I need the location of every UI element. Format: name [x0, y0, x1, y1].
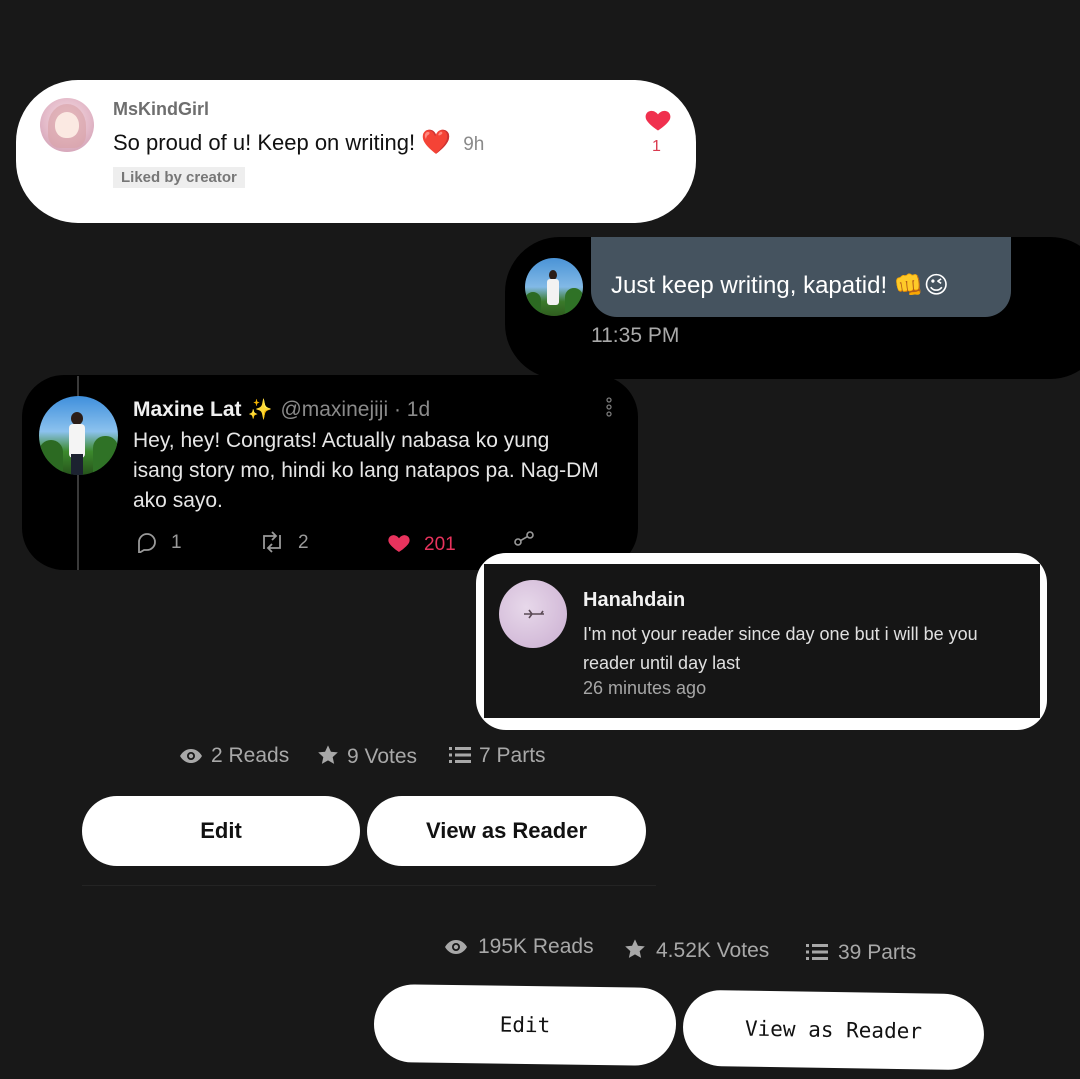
- votes-count: 9 Votes: [347, 745, 418, 768]
- list-icon: [806, 944, 828, 960]
- parts-stat: 7 Parts: [449, 744, 546, 768]
- sparkles-emoji: ✨: [247, 399, 273, 421]
- tweet-text: Hey, hey! Congrats! Actually nabasa ko y…: [133, 429, 599, 512]
- votes-stat: 4.52K Votes: [624, 938, 769, 963]
- heart-icon[interactable]: [644, 106, 672, 134]
- liked-by-creator-badge: Liked by creator: [113, 167, 245, 188]
- retweet-action[interactable]: 2: [258, 531, 309, 554]
- reply-count: 1: [171, 532, 182, 553]
- reads-stat: 195K Reads: [444, 935, 594, 959]
- more-options-icon[interactable]: [604, 396, 614, 420]
- airplane-icon: [524, 609, 544, 619]
- handle-and-time[interactable]: @maxinejiji · 1d: [280, 398, 430, 421]
- parts-count: 39 Parts: [838, 941, 917, 964]
- comment-username[interactable]: MsKindGirl: [113, 99, 209, 120]
- star-icon: [318, 745, 338, 764]
- eye-icon: [445, 940, 467, 954]
- view-as-reader-button[interactable]: View as Reader: [367, 796, 646, 866]
- edit-button[interactable]: Edit: [82, 796, 360, 866]
- view-as-reader-button[interactable]: View as Reader: [682, 989, 985, 1071]
- reads-stat: 2 Reads: [179, 744, 289, 768]
- avatar-figure-body: [69, 424, 85, 458]
- retweet-icon: [263, 531, 281, 553]
- like-count: 201: [424, 534, 456, 555]
- message-time: 11:35 PM: [591, 324, 680, 347]
- votes-count: 4.52K Votes: [656, 939, 770, 962]
- reply-action[interactable]: 1: [135, 531, 182, 555]
- star-icon: [625, 939, 645, 958]
- list-icon: [449, 747, 471, 763]
- avatar[interactable]: [525, 258, 583, 316]
- comment-text-line: So proud of u! Keep on writing! ❤️ 9h: [113, 128, 484, 157]
- avatar[interactable]: [39, 396, 118, 475]
- display-name[interactable]: Maxine Lat: [133, 398, 242, 421]
- divider: [82, 885, 656, 886]
- reader-comment-time: 26 minutes ago: [583, 678, 707, 698]
- avatar-tree: [565, 288, 583, 316]
- avatar-tree: [93, 436, 118, 475]
- heart-icon: [388, 535, 410, 552]
- avatar-figure-legs: [71, 454, 83, 475]
- comment-time: 9h: [463, 134, 485, 155]
- avatar-face: [55, 112, 79, 138]
- red-heart-emoji: ❤️: [421, 129, 452, 156]
- comment-text: So proud of u! Keep on writing!: [113, 130, 416, 155]
- like-count: 1: [652, 138, 661, 155]
- reads-count: 195K Reads: [478, 935, 594, 958]
- avatar[interactable]: [40, 98, 94, 152]
- reply-icon: [138, 533, 156, 555]
- parts-count: 7 Parts: [479, 744, 546, 767]
- eye-icon: [180, 749, 202, 763]
- tweet-header: Maxine Lat ✨ @maxinejiji · 1d: [133, 397, 430, 422]
- votes-stat: 9 Votes: [317, 744, 417, 769]
- avatar-tree: [525, 292, 541, 316]
- avatar-tree: [39, 440, 63, 475]
- edit-button[interactable]: Edit: [373, 983, 677, 1067]
- reader-username[interactable]: Hanahdain: [583, 589, 685, 612]
- parts-stat: 39 Parts: [806, 941, 916, 965]
- reads-count: 2 Reads: [211, 744, 290, 767]
- retweet-count: 2: [298, 532, 309, 553]
- avatar-figure-body: [547, 279, 559, 305]
- reader-comment-text: I'm not your reader since day one but i …: [583, 624, 978, 673]
- message-text: Just keep writing, kapatid! 👊😉: [611, 272, 949, 299]
- share-icon[interactable]: [512, 531, 536, 551]
- like-action[interactable]: 201: [386, 531, 456, 556]
